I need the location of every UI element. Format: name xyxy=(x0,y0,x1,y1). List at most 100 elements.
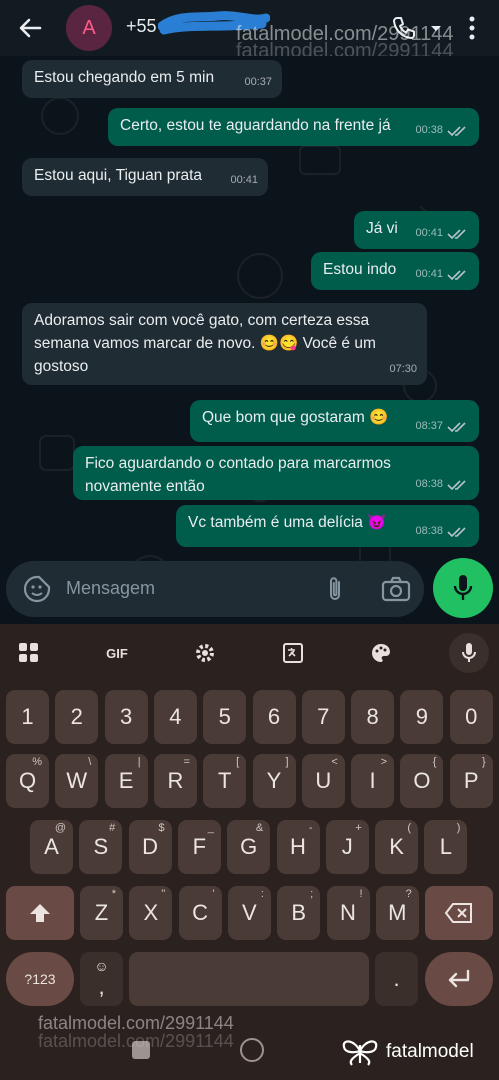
key-e[interactable]: E | xyxy=(104,754,148,808)
enter-key[interactable] xyxy=(425,952,493,1006)
key-i[interactable]: I > xyxy=(351,754,395,808)
brand-logo: fatalmodel xyxy=(340,1037,474,1067)
more-options-icon[interactable] xyxy=(456,12,488,44)
message-bubble-incoming[interactable]: Estou chegando em 5 min 00:37 xyxy=(22,60,282,98)
message-bubble-outgoing[interactable]: Fico aguardando o contado para marcarmos… xyxy=(73,446,479,500)
key-hint: [ xyxy=(236,756,240,768)
apps-grid-icon[interactable] xyxy=(13,637,45,669)
key-g[interactable]: G & xyxy=(227,820,271,874)
translate-icon[interactable] xyxy=(277,637,309,669)
camera-icon[interactable] xyxy=(380,574,412,604)
key-7[interactable]: 7 xyxy=(301,690,345,744)
key-9[interactable]: 9 xyxy=(400,690,444,744)
key-hint: > xyxy=(380,756,388,768)
key-6[interactable]: 6 xyxy=(252,690,296,744)
key-8[interactable]: 8 xyxy=(351,690,395,744)
key-1[interactable]: 1 xyxy=(6,690,49,744)
avatar[interactable]: A xyxy=(66,5,112,51)
key-label: K xyxy=(389,834,404,859)
enter-arrow-icon xyxy=(448,969,470,988)
key-x[interactable]: X " xyxy=(129,886,173,940)
message-meta: 08:38 xyxy=(415,473,469,496)
message-meta: 00:38 xyxy=(415,119,469,142)
read-receipt-icon xyxy=(447,125,466,136)
key-n[interactable]: N! xyxy=(326,886,370,940)
key-v[interactable]: V: xyxy=(227,886,271,940)
key-d[interactable]: D $ xyxy=(128,820,172,874)
settings-gear-icon[interactable] xyxy=(189,637,221,669)
period-key[interactable]: . xyxy=(375,952,418,1006)
key-label: U xyxy=(315,768,332,793)
brand-name: fatalmodel xyxy=(386,1041,474,1062)
back-arrow-icon[interactable] xyxy=(14,12,46,44)
space-key[interactable] xyxy=(129,952,369,1006)
message-meta: 00:41 xyxy=(415,263,469,286)
backspace-icon xyxy=(445,903,472,923)
backspace-key[interactable] xyxy=(425,886,493,940)
voice-message-button[interactable] xyxy=(433,558,493,618)
shift-key[interactable] xyxy=(6,886,74,940)
message-text: Estou chegando em 5 min xyxy=(34,69,215,86)
message-bubble-outgoing[interactable]: Já vi 00:41 xyxy=(354,211,479,249)
key-4[interactable]: 4 xyxy=(153,690,197,744)
voice-input-icon[interactable] xyxy=(449,633,489,673)
emoji-face-icon: ☺ xyxy=(94,958,109,974)
nav-recents-icon[interactable] xyxy=(132,1041,150,1059)
message-bubble-outgoing[interactable]: Que bom que gostaram 😊 08:37 xyxy=(190,400,479,442)
read-receipt-icon xyxy=(447,421,466,432)
key-label: I xyxy=(369,768,376,793)
key-k[interactable]: K( xyxy=(375,820,419,874)
message-bubble-outgoing[interactable]: Estou indo 00:41 xyxy=(311,252,479,290)
read-receipt-icon xyxy=(447,269,466,280)
key-label: P xyxy=(463,768,479,793)
key-m[interactable]: M? xyxy=(375,886,419,940)
key-b[interactable]: B; xyxy=(277,886,321,940)
symbols-key[interactable]: ?123 xyxy=(6,952,74,1006)
palette-icon[interactable] xyxy=(365,637,397,669)
read-receipt-icon xyxy=(447,228,466,239)
message-composer[interactable]: Mensagem xyxy=(6,561,424,617)
key-label: N xyxy=(340,900,356,925)
message-input[interactable]: Mensagem xyxy=(66,578,155,599)
key-o[interactable]: O{ xyxy=(400,754,444,808)
message-bubble-incoming[interactable]: Adoramos sair com você gato, com certeza… xyxy=(22,303,427,385)
key-z[interactable]: Z * xyxy=(80,886,123,940)
key-q[interactable]: Q% xyxy=(6,754,49,808)
attach-icon[interactable] xyxy=(322,575,350,603)
key-y[interactable]: Y] xyxy=(252,754,296,808)
key-l[interactable]: L) xyxy=(424,820,468,874)
emoji-comma-key[interactable]: ☺ , xyxy=(80,952,123,1006)
key-hint: : xyxy=(260,888,264,900)
key-label: Y xyxy=(266,768,282,793)
key-5[interactable]: 5 xyxy=(203,690,247,744)
key-h[interactable]: H- xyxy=(276,820,320,874)
key-hint: ] xyxy=(285,756,289,768)
key-2[interactable]: 2 xyxy=(55,690,99,744)
key-hint: * xyxy=(111,888,116,900)
key-w[interactable]: W \ xyxy=(55,754,99,808)
key-0[interactable]: 0 xyxy=(449,690,493,744)
message-bubble-outgoing[interactable]: Certo, estou te aguardando na frente já … xyxy=(108,108,479,146)
key-p[interactable]: P} xyxy=(449,754,493,808)
message-list[interactable]: Estou chegando em 5 min 00:37 Certo, est… xyxy=(0,56,499,620)
key-f[interactable]: F _ xyxy=(177,820,221,874)
contact-name[interactable]: +55 xyxy=(126,16,157,37)
key-label: D xyxy=(142,834,159,859)
message-bubble-outgoing[interactable]: Vc também é uma delícia 😈 08:38 xyxy=(176,505,479,547)
message-time: 08:38 xyxy=(415,478,443,490)
key-a[interactable]: A @ xyxy=(30,820,73,874)
key-j[interactable]: J + xyxy=(325,820,369,874)
nav-home-icon[interactable] xyxy=(240,1038,264,1062)
sticker-icon[interactable] xyxy=(22,574,52,604)
key-r[interactable]: R = xyxy=(153,754,197,808)
key-t[interactable]: T[ xyxy=(203,754,247,808)
message-time: 08:37 xyxy=(415,420,443,432)
key-c[interactable]: C ' xyxy=(178,886,222,940)
key-u[interactable]: U < xyxy=(301,754,345,808)
key-hint: _ xyxy=(207,822,214,834)
gif-button[interactable]: GIF xyxy=(101,637,133,669)
key-hint: } xyxy=(482,756,486,768)
key-s[interactable]: S # xyxy=(79,820,123,874)
key-3[interactable]: 3 xyxy=(104,690,148,744)
message-bubble-incoming[interactable]: Estou aqui, Tiguan prata 00:41 xyxy=(22,158,268,196)
